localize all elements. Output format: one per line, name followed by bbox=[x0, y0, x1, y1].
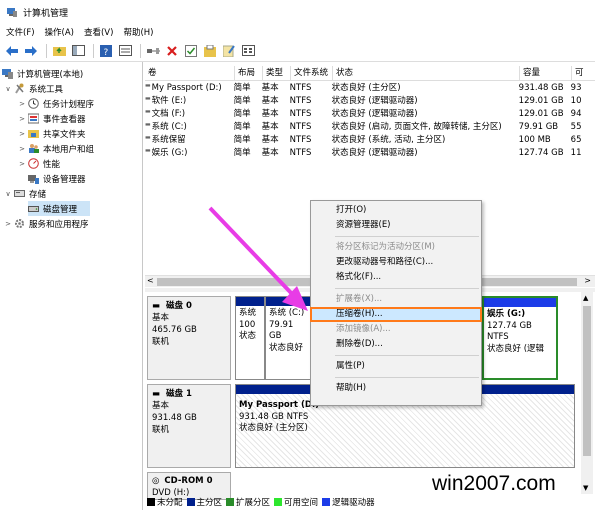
context-menu-item[interactable]: 删除卷(D)... bbox=[311, 337, 481, 352]
annotation-arrow-icon bbox=[208, 206, 308, 311]
menu-separator bbox=[335, 377, 479, 378]
context-menu-item: 扩展卷(X)... bbox=[336, 294, 383, 304]
context-menu-item[interactable]: 帮助(H) bbox=[311, 381, 481, 396]
context-menu-item[interactable]: 资源管理器(E) bbox=[311, 218, 481, 233]
context-menu-item[interactable]: 格式化(F)... bbox=[311, 270, 481, 285]
context-menu-item[interactable]: 打开(O) bbox=[311, 203, 481, 218]
context-menu: 打开(O) 资源管理器(E) 将分区标记为活动分区(M) 更改驱动器号和路径(C)..… bbox=[310, 200, 482, 406]
menu-separator bbox=[335, 288, 479, 289]
menu-separator bbox=[335, 355, 479, 356]
context-menu-item: 将分区标记为活动分区(M) bbox=[336, 242, 435, 252]
context-menu-item[interactable]: 属性(P) bbox=[311, 359, 481, 374]
context-menu-item: 添加镜像(A)... bbox=[336, 324, 391, 334]
context-menu-item[interactable]: 更改驱动器号和路径(C)... bbox=[311, 255, 481, 270]
context-menu-item[interactable]: 压缩卷(H)... bbox=[310, 307, 482, 322]
watermark-text: win2007.com bbox=[432, 472, 556, 495]
menu-separator bbox=[335, 236, 479, 237]
